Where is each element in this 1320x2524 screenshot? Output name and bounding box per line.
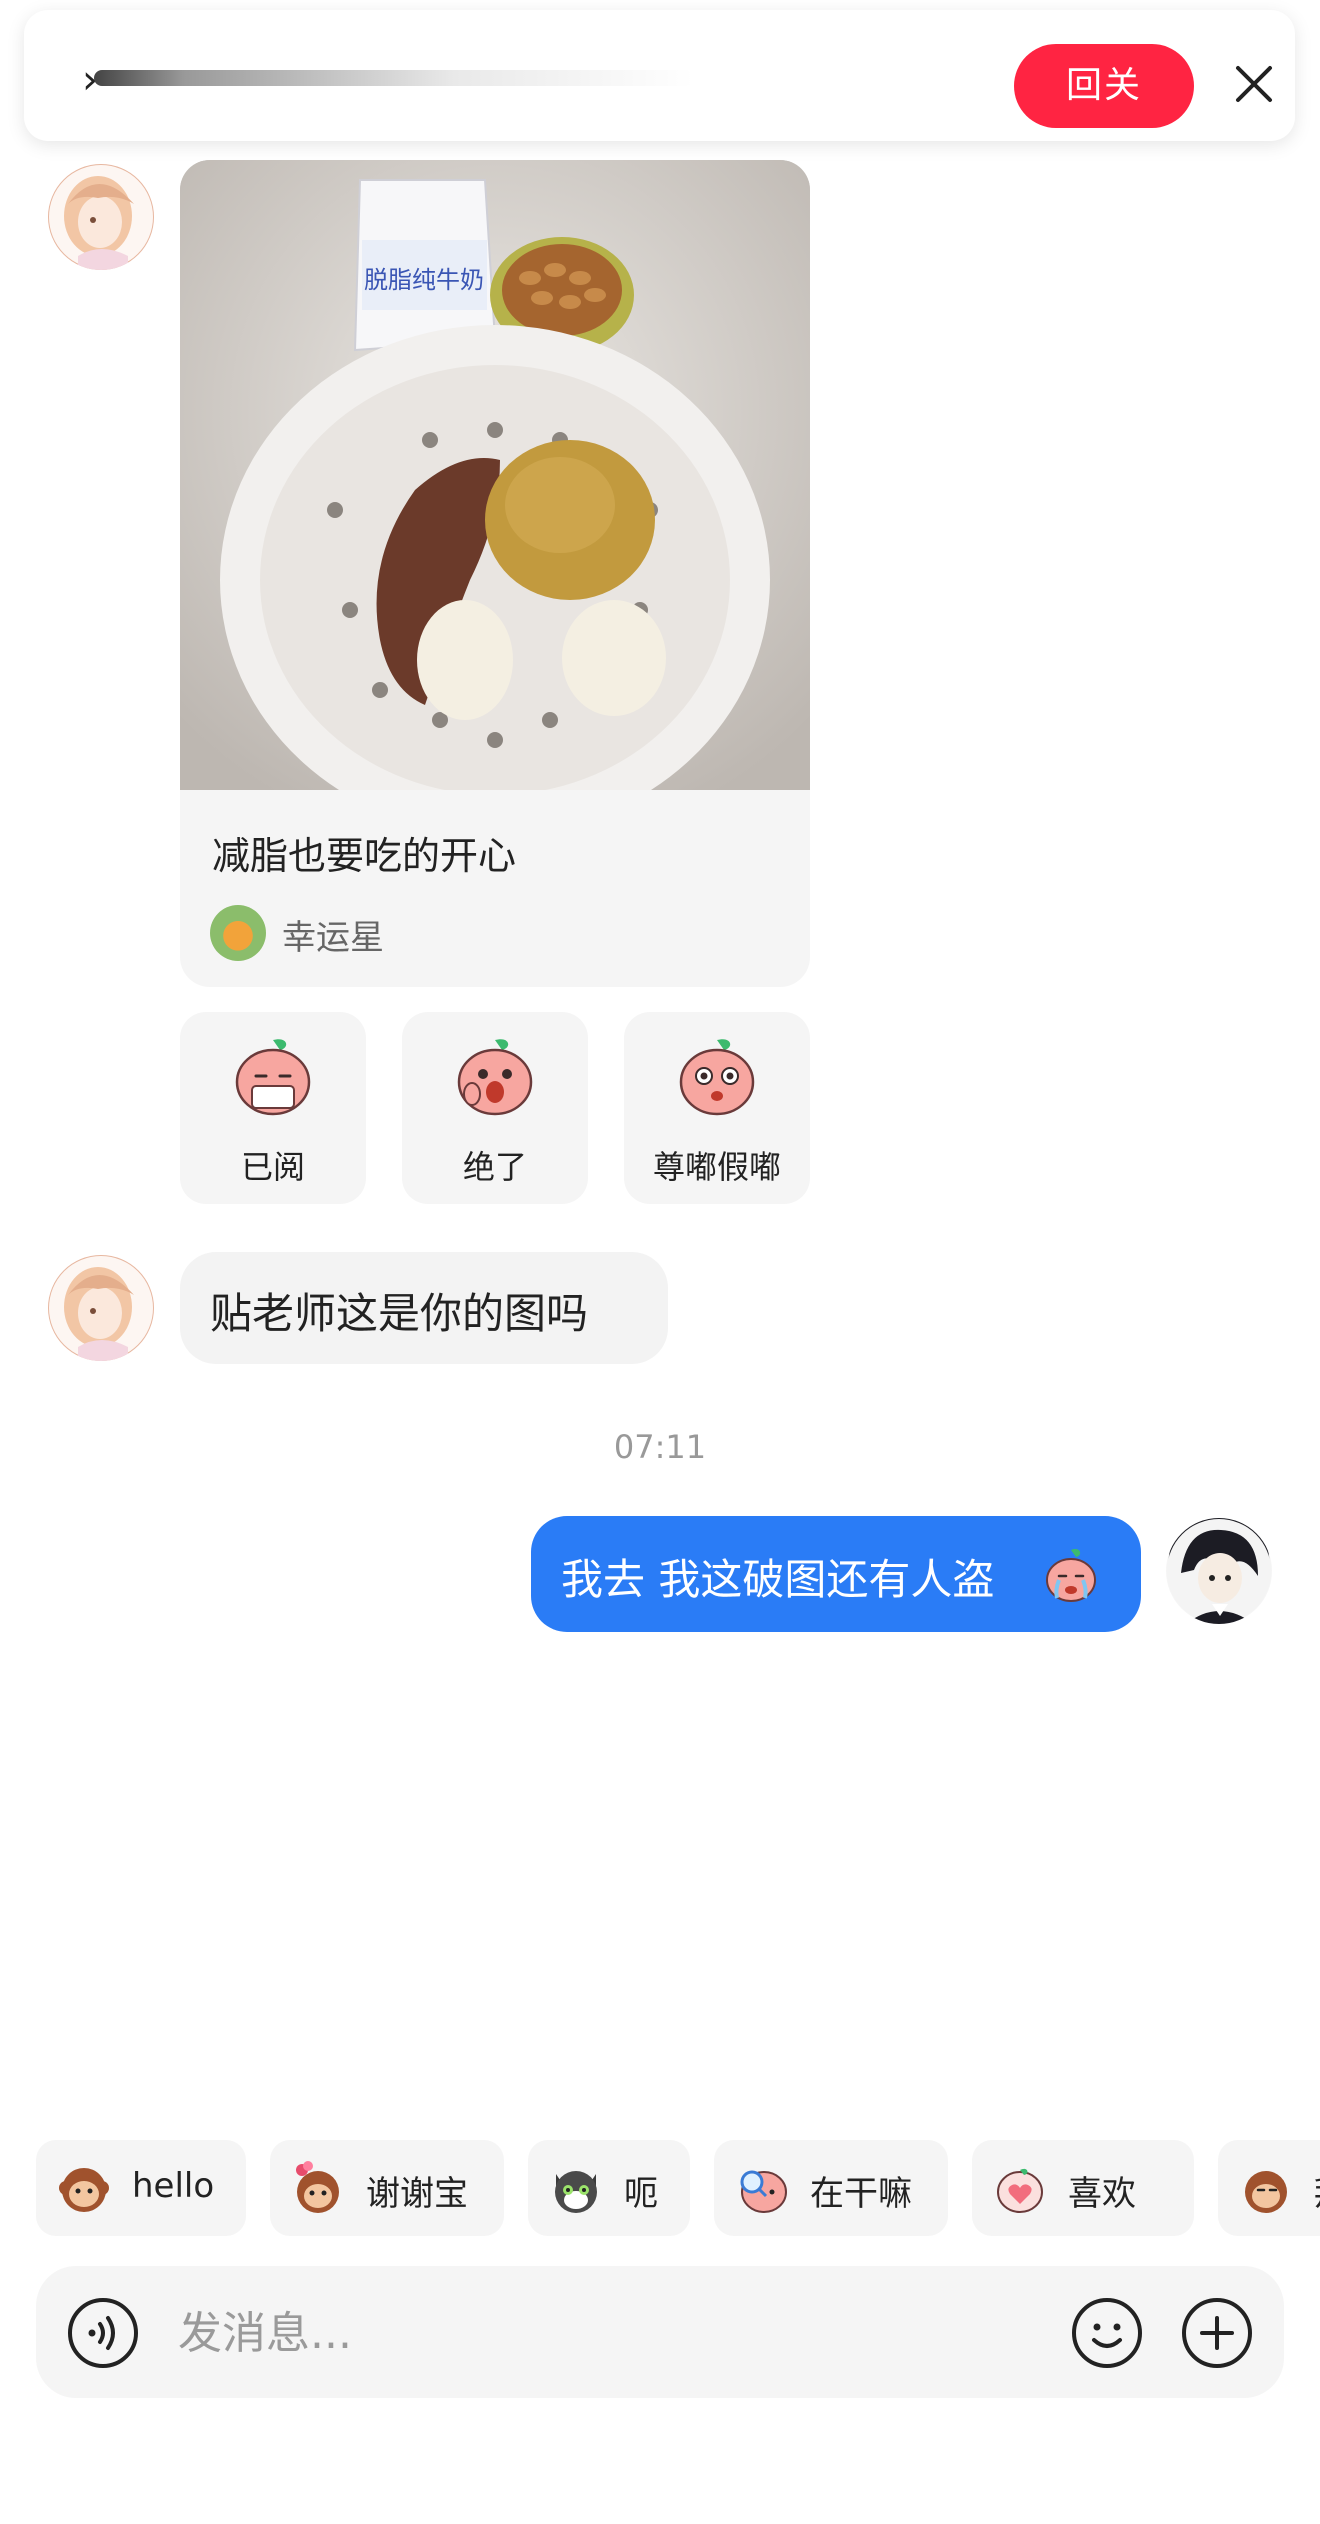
voice-icon[interactable] <box>66 2296 140 2370</box>
sticker-chip-label: 谢谢宝 <box>366 2174 468 2214</box>
message-input[interactable] <box>176 2286 1060 2380</box>
milk-carton-text: 脱脂纯牛奶 <box>364 266 484 294</box>
avatar[interactable] <box>48 164 154 270</box>
sticker-chip-what-doing[interactable]: 在干嘛 <box>714 2140 948 2236</box>
sticker-chip-label: 在干嘛 <box>810 2174 912 2214</box>
peach-sticker-shocked-icon <box>457 1039 533 1116</box>
follow-back-button[interactable]: 回关 <box>1014 44 1194 128</box>
add-icon[interactable] <box>1180 2296 1254 2370</box>
follow-back-banner: › 回关 <box>24 10 1295 141</box>
quick-reply-read[interactable]: 已阅 <box>180 1012 366 1204</box>
monkey-sticker-icon <box>59 2168 109 2212</box>
message-bubble-sent[interactable]: 我去 我这破图还有人盗 <box>531 1516 1141 1632</box>
anime-boy-avatar-icon <box>1167 1519 1271 1624</box>
sticker-chip-label: 拜 <box>1314 2166 1320 2215</box>
quick-reply-label: 绝了 <box>462 1148 527 1186</box>
author-avatar <box>210 905 266 961</box>
monkey-flower-sticker-icon <box>296 2161 339 2213</box>
avatar[interactable] <box>48 1255 154 1361</box>
quick-reply-label: 尊嘟假嘟 <box>652 1148 781 1186</box>
peach-magnifier-sticker-icon <box>740 2170 787 2213</box>
peach-heart-sticker-icon <box>997 2168 1043 2213</box>
peach-sticker-surprised-icon <box>679 1039 755 1116</box>
quick-reply-really[interactable]: 尊嘟假嘟 <box>624 1012 810 1204</box>
crying-peach-emoji-icon <box>1046 1549 1096 1602</box>
avatar[interactable] <box>1166 1518 1272 1624</box>
message-timestamp: 07:11 <box>613 1428 707 1466</box>
anime-girl-avatar-icon <box>49 1256 153 1361</box>
message-input-bar <box>36 2266 1284 2398</box>
quick-reply-label: 已阅 <box>240 1148 305 1186</box>
sticker-chip-label: 喜欢 <box>1068 2174 1136 2214</box>
emoji-icon[interactable] <box>1070 2296 1144 2370</box>
sticker-chip-label: 呃 <box>624 2174 658 2214</box>
monkey-bye-sticker-icon <box>1245 2171 1287 2213</box>
anime-girl-avatar-icon <box>49 165 153 270</box>
post-image[interactable]: 脱脂纯牛奶 <box>180 160 810 790</box>
quick-reply-amazing[interactable]: 绝了 <box>402 1012 588 1204</box>
sticker-chip-hello[interactable]: hello <box>36 2140 246 2236</box>
cat-sticker-icon <box>555 2171 597 2213</box>
message-bubble-received[interactable]: 贴老师这是你的图吗 <box>180 1252 668 1364</box>
message-text: 贴老师这是你的图吗 <box>210 1289 589 1338</box>
sticker-chip-bye[interactable]: 拜 <box>1218 2140 1320 2236</box>
post-author-name[interactable]: 幸运星 <box>282 910 384 959</box>
sticker-chip-label: hello <box>132 2166 215 2206</box>
message-text: 我去 我这破图还有人盗 <box>561 1555 995 1604</box>
close-icon[interactable] <box>1224 54 1284 114</box>
peach-sticker-reading-icon <box>235 1039 311 1116</box>
sticker-chip-thanks[interactable]: 谢谢宝 <box>270 2140 504 2236</box>
sticker-chip-like[interactable]: 喜欢 <box>972 2140 1194 2236</box>
sticker-chip-uh[interactable]: 呃 <box>528 2140 690 2236</box>
shared-post-card[interactable]: 脱脂纯牛奶 减脂也要吃的开心 幸运星 <box>180 160 810 987</box>
post-title[interactable]: 减脂也要吃的开心 <box>212 825 516 880</box>
banner-blurred-text <box>94 70 694 86</box>
